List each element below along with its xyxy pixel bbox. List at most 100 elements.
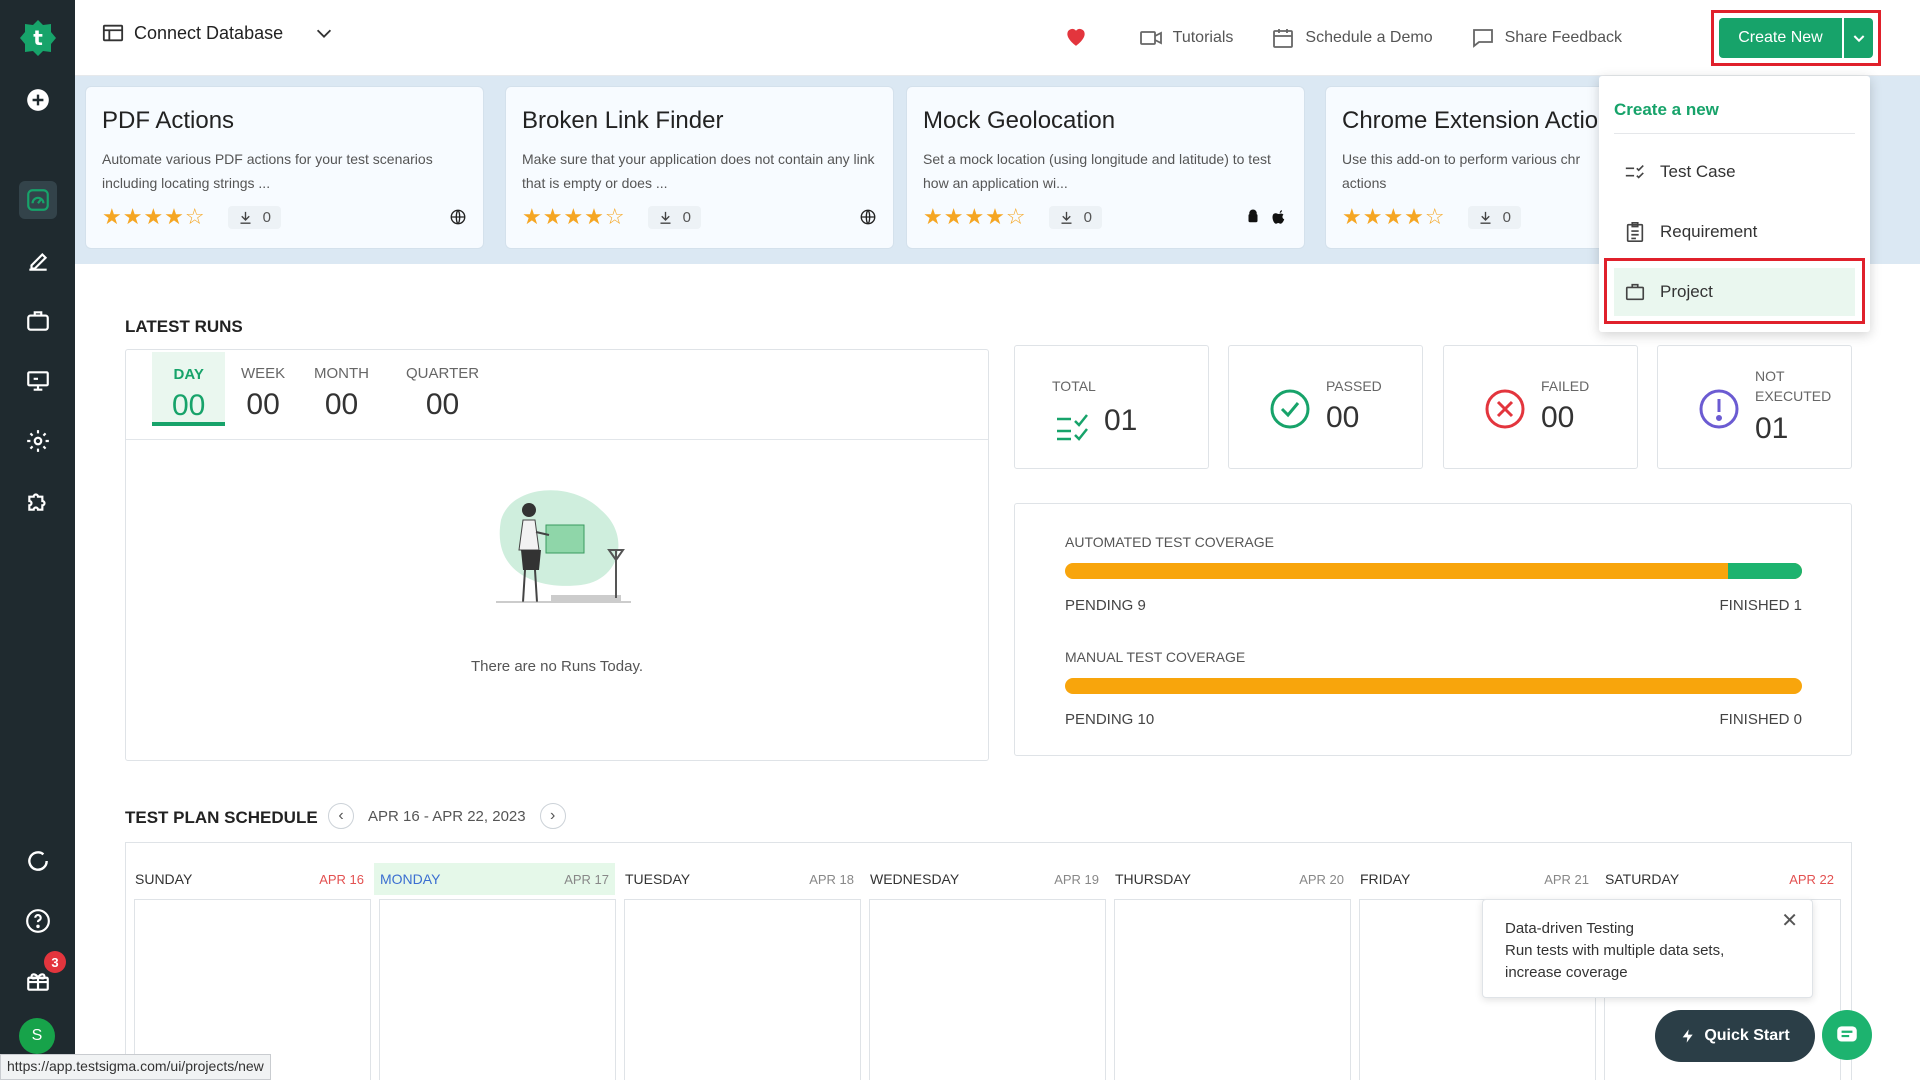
tip-title: Data-driven Testing bbox=[1505, 920, 1634, 937]
refresh-icon[interactable] bbox=[19, 842, 57, 880]
run-results-icon[interactable] bbox=[19, 362, 57, 400]
tab-week[interactable]: WEEK 00 bbox=[241, 365, 285, 422]
help-icon[interactable] bbox=[19, 902, 57, 940]
download-count-value: 0 bbox=[1502, 208, 1511, 226]
day-column-sunday: SUNDAY APR 16 bbox=[126, 843, 371, 1080]
clipboard-icon bbox=[1626, 222, 1644, 242]
day-column-wednesday: WEDNESDAY APR 19 bbox=[861, 843, 1106, 1080]
share-feedback-label: Share Feedback bbox=[1504, 29, 1622, 46]
tab-month[interactable]: MONTH 00 bbox=[314, 365, 369, 422]
addon-description: Set a mock location (using longitude and… bbox=[923, 151, 1271, 191]
day-date: APR 18 bbox=[809, 871, 854, 887]
day-date: APR 16 bbox=[319, 871, 364, 887]
day-date: APR 21 bbox=[1544, 871, 1589, 887]
day-cell[interactable] bbox=[869, 899, 1106, 1080]
prev-week-button[interactable]: ‹ bbox=[328, 803, 354, 829]
menu-item-requirement[interactable]: Requirement bbox=[1614, 208, 1855, 256]
heart-icon[interactable] bbox=[1063, 23, 1089, 54]
failed-value: 00 bbox=[1541, 401, 1575, 434]
menu-heading: Create a new bbox=[1614, 100, 1719, 119]
download-count[interactable]: 0 bbox=[1467, 205, 1521, 229]
addon-title: PDF Actions bbox=[102, 107, 235, 134]
chat-icon bbox=[1837, 1026, 1857, 1042]
day-date: APR 17 bbox=[564, 871, 609, 887]
passed-stat-card[interactable]: PASSED 00 bbox=[1228, 345, 1423, 469]
download-icon bbox=[660, 211, 671, 224]
rating-stars: ★★★★☆ bbox=[1342, 204, 1446, 229]
create-new-highlight: Create New bbox=[1711, 10, 1881, 66]
download-icon bbox=[1061, 211, 1072, 224]
addon-description: Use this add-on to perform various chr a… bbox=[1342, 151, 1581, 191]
chat-button[interactable] bbox=[1822, 1010, 1872, 1060]
tab-label: WEEK bbox=[241, 365, 286, 382]
connect-database-label: Connect Database bbox=[134, 22, 284, 43]
day-header: TUESDAY APR 18 bbox=[619, 863, 860, 895]
total-stat-card[interactable]: TOTAL 01 bbox=[1014, 345, 1209, 469]
download-count[interactable]: 0 bbox=[227, 205, 281, 229]
schedule-week-navigator: ‹ APR 16 - APR 22, 2023 › bbox=[328, 803, 566, 829]
tab-day[interactable]: DAY 00 bbox=[152, 352, 226, 426]
menu-item-label: Requirement bbox=[1660, 222, 1758, 241]
day-name: MONDAY bbox=[380, 871, 441, 887]
briefcase-icon[interactable] bbox=[19, 302, 57, 340]
close-icon[interactable]: ✕ bbox=[1781, 910, 1798, 932]
automated-finished: FINISHED 1 bbox=[1719, 597, 1802, 614]
feedback-icon bbox=[1472, 29, 1493, 48]
not-executed-stat-card[interactable]: NOT EXECUTED 01 bbox=[1657, 345, 1852, 469]
create-new-button[interactable]: Create New bbox=[1719, 18, 1842, 58]
latest-runs-panel: DAY 00 WEEK 00 MONTH 00 QUARTER 00 There… bbox=[125, 349, 989, 761]
day-cell[interactable] bbox=[134, 899, 371, 1080]
next-week-button[interactable]: › bbox=[539, 803, 566, 829]
download-count[interactable]: 0 bbox=[1048, 205, 1102, 229]
rating-stars: ★★★★☆ bbox=[102, 204, 206, 229]
total-value: 01 bbox=[1104, 404, 1138, 437]
day-cell[interactable] bbox=[379, 899, 616, 1080]
testsigma-logo[interactable]: t bbox=[18, 18, 58, 58]
menu-item-test-case[interactable]: Test Case bbox=[1614, 148, 1855, 196]
quick-start-label: Quick Start bbox=[1704, 1027, 1790, 1044]
connect-database-selector[interactable]: Connect Database bbox=[102, 22, 335, 44]
tutorials-link[interactable]: Tutorials bbox=[1139, 26, 1233, 50]
video-camera-icon bbox=[1139, 31, 1162, 45]
day-header: WEDNESDAY APR 19 bbox=[864, 863, 1105, 895]
android-icon bbox=[1248, 209, 1258, 223]
topbar: Connect Database Tutorials Schedule a De… bbox=[75, 0, 1920, 76]
day-cell[interactable] bbox=[1114, 899, 1351, 1080]
addons-puzzle-icon[interactable] bbox=[19, 482, 57, 520]
addon-card[interactable]: PDF Actions Automate various PDF actions… bbox=[85, 86, 484, 249]
dashboard-icon[interactable] bbox=[19, 181, 57, 219]
web-platform-icon bbox=[449, 208, 467, 226]
day-cell[interactable] bbox=[624, 899, 861, 1080]
table-icon bbox=[102, 24, 124, 42]
share-feedback-link[interactable]: Share Feedback bbox=[1471, 26, 1622, 50]
addon-title: Mock Geolocation bbox=[923, 107, 1116, 134]
tab-quarter[interactable]: QUARTER 00 bbox=[406, 365, 479, 422]
quick-start-button[interactable]: Quick Start bbox=[1655, 1010, 1815, 1062]
day-date: APR 20 bbox=[1299, 871, 1344, 887]
latest-runs-title: LATEST RUNS bbox=[125, 317, 243, 336]
test-development-icon[interactable] bbox=[19, 242, 57, 280]
manual-finished: FINISHED 0 bbox=[1719, 711, 1802, 728]
automated-pending: PENDING 9 bbox=[1065, 597, 1146, 614]
day-name: WEDNESDAY bbox=[870, 871, 960, 887]
avatar[interactable]: S bbox=[19, 1018, 55, 1054]
day-header: MONDAY APR 17 bbox=[374, 863, 615, 895]
addon-card[interactable]: Mock Geolocation Set a mock location (us… bbox=[906, 86, 1305, 249]
download-count[interactable]: 0 bbox=[647, 205, 701, 229]
failed-stat-card[interactable]: FAILED 00 bbox=[1443, 345, 1638, 469]
tab-label: QUARTER bbox=[406, 365, 480, 382]
download-icon bbox=[240, 211, 251, 224]
total-label: TOTAL bbox=[1052, 378, 1096, 394]
schedule-demo-link[interactable]: Schedule a Demo bbox=[1271, 26, 1433, 50]
addon-title: Broken Link Finder bbox=[522, 107, 724, 134]
day-header: SATURDAY APR 22 bbox=[1599, 863, 1840, 895]
addon-card[interactable]: Broken Link Finder Make sure that your a… bbox=[505, 86, 894, 249]
settings-icon[interactable] bbox=[19, 422, 57, 460]
day-name: THURSDAY bbox=[1115, 871, 1191, 887]
day-column-tuesday: TUESDAY APR 18 bbox=[616, 843, 861, 1080]
not-executed-label-line1: NOT bbox=[1755, 368, 1785, 384]
add-icon[interactable] bbox=[19, 81, 57, 119]
gift-badge: 3 bbox=[44, 951, 66, 973]
create-new-dropdown-toggle[interactable] bbox=[1844, 18, 1873, 58]
web-platform-icon bbox=[859, 208, 877, 226]
